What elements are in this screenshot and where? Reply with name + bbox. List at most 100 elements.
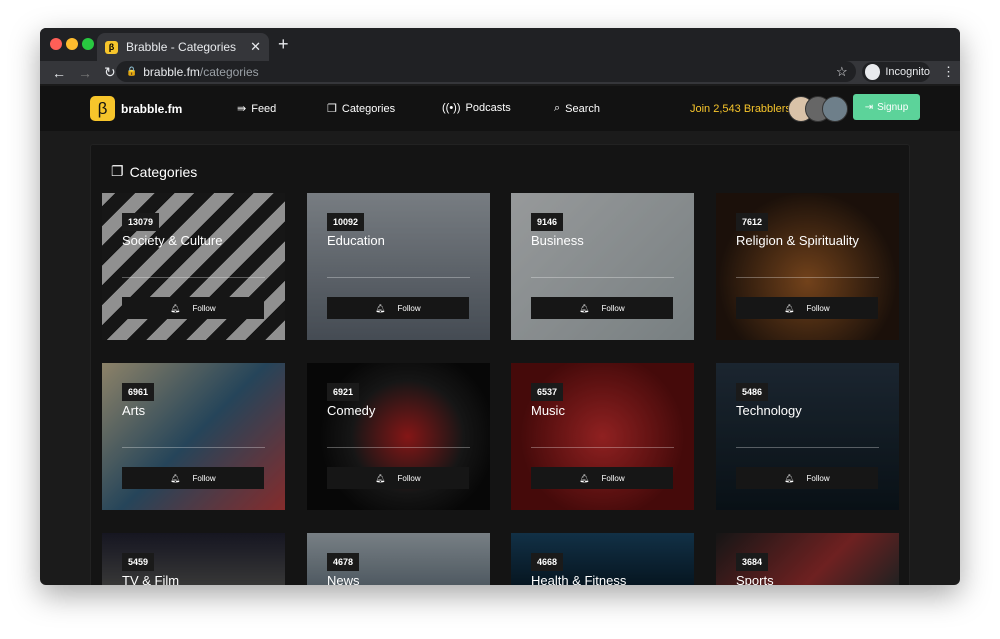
nav-label: Podcasts <box>465 102 511 114</box>
signup-button[interactable]: ⇥ Signup <box>853 94 920 120</box>
page-title-text: Categories <box>129 163 198 180</box>
nav-feed[interactable]: ⇛ Feed <box>237 102 277 116</box>
divider <box>531 447 674 448</box>
categories-icon: ❐ <box>111 163 124 179</box>
category-card[interactable]: 5486 Technology 🔔︎ Follow <box>716 363 899 510</box>
category-card[interactable]: 5459 TV & Film <box>102 533 285 585</box>
bell-icon: 🔔︎ <box>579 303 590 313</box>
categories-panel: ❐ Categories 13079 Society & Culture 🔔︎ Foll… <box>90 144 910 585</box>
incognito-profile-button[interactable]: Incognito <box>862 62 930 82</box>
forward-icon[interactable]: → <box>78 65 92 81</box>
category-name: Religion & Spirituality <box>736 233 859 248</box>
maximize-window-button[interactable] <box>82 38 94 50</box>
follow-button[interactable]: 🔔︎ Follow <box>327 467 469 489</box>
follow-label: Follow <box>601 473 625 483</box>
bookmark-star-icon[interactable]: ☆ <box>836 64 848 80</box>
brabble-logo[interactable]: β <box>90 96 115 121</box>
podcast-count-badge: 3684 <box>736 553 769 571</box>
category-name: Business <box>531 233 584 248</box>
category-card[interactable]: 13079 Society & Culture 🔔︎ Follow <box>102 193 285 340</box>
signup-label: Signup <box>877 101 909 113</box>
bell-icon: 🔔︎ <box>375 303 386 313</box>
podcast-count-badge: 6537 <box>531 383 564 401</box>
category-card[interactable]: 10092 Education 🔔︎ Follow <box>307 193 490 340</box>
avatar <box>822 96 848 122</box>
podcast-count-badge: 5459 <box>122 553 155 571</box>
address-bar-row: ← → ↻ 🔒 brabble.fm/categories ☆ Incognit… <box>40 61 960 84</box>
category-name: News <box>327 573 360 585</box>
category-card[interactable]: 6537 Music 🔔︎ Follow <box>511 363 694 510</box>
podcast-count-badge: 13079 <box>122 213 160 231</box>
divider <box>736 447 879 448</box>
divider <box>122 447 265 448</box>
page-title: ❐ Categories <box>111 163 197 180</box>
category-card[interactable]: 3684 Sports <box>716 533 899 585</box>
follow-button[interactable]: 🔔︎ Follow <box>327 297 469 319</box>
category-name: Education <box>327 233 385 248</box>
category-card[interactable]: 4668 Health & Fitness <box>511 533 694 585</box>
minimize-window-button[interactable] <box>66 38 78 50</box>
browser-window: β Brabble - Categories ✕ + ← → ↻ 🔒 brabb… <box>40 28 960 585</box>
podcast-count-badge: 4678 <box>327 553 360 571</box>
category-name: Health & Fitness <box>531 573 627 585</box>
profile-label: Incognito <box>885 66 930 78</box>
site-header: β brabble.fm ⇛ Feed ❐ Categories ((•)) Podc… <box>40 86 960 131</box>
divider <box>327 277 470 278</box>
nav-label: Feed <box>251 102 277 115</box>
close-window-button[interactable] <box>50 38 62 50</box>
categories-icon: ❐ <box>327 103 337 115</box>
browser-tab[interactable]: β Brabble - Categories ✕ <box>97 33 269 61</box>
follow-label: Follow <box>601 303 625 313</box>
url-input[interactable]: 🔒 brabble.fm/categories <box>116 61 856 82</box>
brand-name[interactable]: brabble.fm <box>121 102 182 116</box>
podcast-icon: ((•)) <box>442 102 461 114</box>
category-name: Society & Culture <box>122 233 223 248</box>
bell-icon: 🔔︎ <box>579 473 590 483</box>
podcast-count-badge: 6961 <box>122 383 155 401</box>
category-card[interactable]: 9146 Business 🔔︎ Follow <box>511 193 694 340</box>
follow-button[interactable]: 🔔︎ Follow <box>736 467 878 489</box>
category-card[interactable]: 6921 Comedy 🔔︎ Follow <box>307 363 490 510</box>
nav-categories[interactable]: ❐ Categories <box>327 102 395 116</box>
podcast-count-badge: 6921 <box>327 383 360 401</box>
close-tab-icon[interactable]: ✕ <box>250 39 261 55</box>
search-icon: ⌕ <box>554 102 561 114</box>
back-icon[interactable]: ← <box>52 65 66 81</box>
category-card[interactable]: 7612 Religion & Spirituality 🔔︎ Follow <box>716 193 899 340</box>
bell-icon: 🔔︎ <box>170 473 181 483</box>
category-name: TV & Film <box>122 573 180 585</box>
url-path: /categories <box>199 64 259 79</box>
follow-button[interactable]: 🔔︎ Follow <box>531 467 673 489</box>
url-host: brabble.fm <box>143 64 200 79</box>
follow-label: Follow <box>192 473 216 483</box>
browser-menu-icon[interactable]: ⋮ <box>942 64 955 80</box>
divider <box>531 277 674 278</box>
tab-title: Brabble - Categories <box>126 40 237 54</box>
nav-label: Search <box>565 102 601 115</box>
nav-search[interactable]: ⌕ Search <box>554 102 600 115</box>
login-icon: ⇥ <box>864 101 874 113</box>
nav-podcasts[interactable]: ((•)) Podcasts <box>442 102 511 114</box>
category-card[interactable]: 4678 News <box>307 533 490 585</box>
category-name: Music <box>531 403 565 418</box>
podcast-count-badge: 4668 <box>531 553 564 571</box>
new-tab-icon[interactable]: + <box>278 34 289 55</box>
follow-button[interactable]: 🔔︎ Follow <box>531 297 673 319</box>
follow-label: Follow <box>806 473 830 483</box>
follow-label: Follow <box>192 303 216 313</box>
feed-icon: ⇛ <box>237 103 247 115</box>
podcast-count-badge: 9146 <box>531 213 564 231</box>
category-name: Comedy <box>327 403 376 418</box>
category-card[interactable]: 6961 Arts 🔔︎ Follow <box>102 363 285 510</box>
incognito-icon <box>865 64 881 80</box>
follow-label: Follow <box>397 303 421 313</box>
follow-label: Follow <box>397 473 421 483</box>
bell-icon: 🔔︎ <box>170 303 181 313</box>
divider <box>327 447 470 448</box>
podcast-count-badge: 10092 <box>327 213 365 231</box>
podcast-count-badge: 5486 <box>736 383 769 401</box>
follow-button[interactable]: 🔔︎ Follow <box>122 297 264 319</box>
follow-button[interactable]: 🔔︎ Follow <box>736 297 878 319</box>
follow-button[interactable]: 🔔︎ Follow <box>122 467 264 489</box>
bell-icon: 🔔︎ <box>375 473 386 483</box>
